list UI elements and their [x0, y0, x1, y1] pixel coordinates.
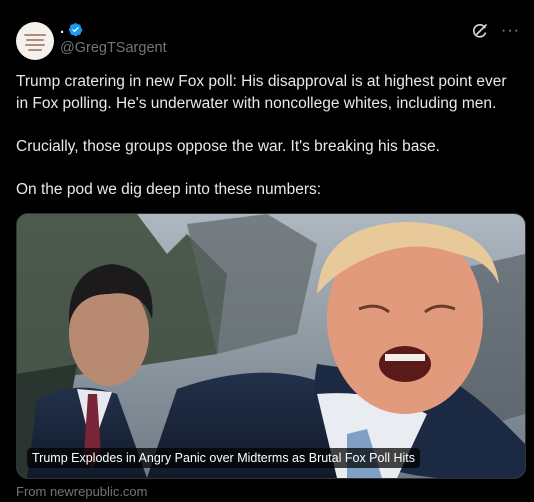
author-name-row: .	[60, 20, 83, 38]
link-card[interactable]: Trump Explodes in Angry Panic over Midte…	[16, 213, 526, 479]
link-card-title: Trump Explodes in Angry Panic over Midte…	[27, 448, 421, 468]
display-name[interactable]: .	[60, 20, 64, 38]
tweet-paragraph: Trump cratering in new Fox poll: His dis…	[16, 73, 507, 112]
link-source[interactable]: From newrepublic.com	[16, 484, 148, 499]
verified-badge-icon	[69, 22, 83, 36]
link-card-image	[17, 214, 525, 478]
header-actions: ···	[471, 22, 520, 40]
tweet: . @GregTSargent ··· Trump cratering in n…	[0, 0, 534, 502]
avatar[interactable]	[16, 22, 54, 60]
tweet-text: Trump cratering in new Fox poll: His dis…	[16, 71, 516, 201]
author-handle[interactable]: @GregTSargent	[60, 40, 167, 56]
tweet-paragraph: Crucially, those groups oppose the war. …	[16, 138, 440, 155]
more-options-icon[interactable]: ···	[501, 23, 520, 39]
tweet-paragraph: On the pod we dig deep into these number…	[16, 181, 322, 198]
grok-icon[interactable]	[471, 22, 489, 40]
